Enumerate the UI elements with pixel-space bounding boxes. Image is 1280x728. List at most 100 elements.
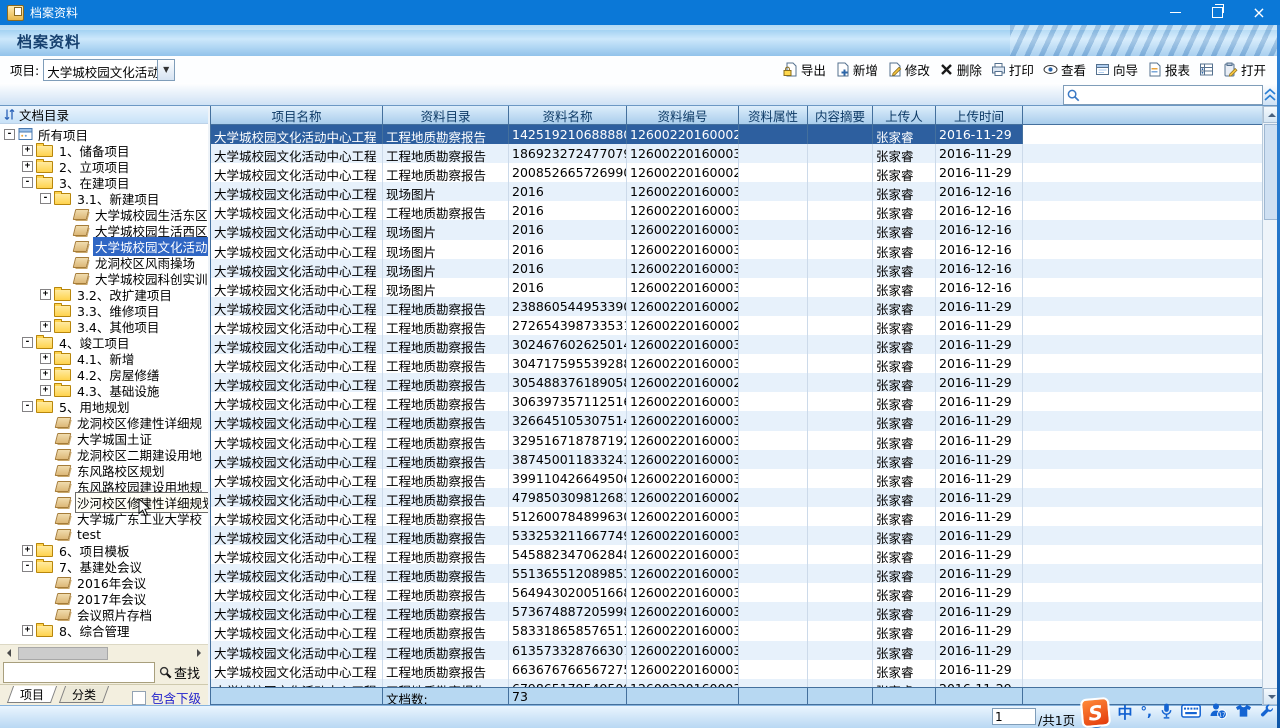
tree-collapse-icon[interactable]: - xyxy=(22,561,33,572)
close-button[interactable]: × xyxy=(1238,0,1280,25)
table-row[interactable]: 大学城校园文化活动中心工程工程地质勘察报告2008526657269906231… xyxy=(211,163,1262,182)
table-row[interactable]: 大学城校园文化活动中心工程现场图片20161260022016000390张家睿… xyxy=(211,259,1262,278)
restore-button[interactable] xyxy=(1196,0,1238,25)
tree-expand-icon[interactable]: + xyxy=(22,545,33,556)
toolbar-grid-button[interactable] xyxy=(1199,62,1214,77)
table-row[interactable]: 大学城校园文化活动中心工程工程地质勘察报告1425192106888805781… xyxy=(211,125,1262,144)
toolbar-export-button[interactable]: 导出 xyxy=(783,60,826,79)
table-row[interactable]: 大学城校园文化活动中心工程工程地质勘察报告3295167187871920731… xyxy=(211,431,1262,450)
tree-collapse-icon[interactable]: - xyxy=(40,193,51,204)
table-cell: 张家睿 xyxy=(873,182,936,201)
tree-collapse-icon[interactable]: - xyxy=(22,401,33,412)
scroll-left-icon[interactable] xyxy=(2,647,16,659)
column-header[interactable]: 资料编号 xyxy=(627,106,739,124)
tree-expand-icon[interactable]: + xyxy=(40,369,51,380)
column-header[interactable]: 资料属性 xyxy=(739,106,808,124)
toolbar-print-button[interactable]: 打印 xyxy=(991,60,1034,79)
tab-project[interactable]: 项目 xyxy=(7,686,57,703)
table-row[interactable]: 大学城校园文化活动中心工程工程地质勘察报告3024676026250147131… xyxy=(211,335,1262,354)
tree-find-button[interactable]: 查找 xyxy=(159,663,200,682)
table-row[interactable]: 大学城校园文化活动中心工程工程地质勘察报告3047175955392881031… xyxy=(211,354,1262,373)
table-cell: 张家睿 xyxy=(873,641,936,660)
table-row[interactable]: 大学城校园文化活动中心工程工程地质勘察报告3054883761890587251… xyxy=(211,373,1262,392)
toolbar-delete-button[interactable]: 删除 xyxy=(939,60,982,79)
footer-cell xyxy=(936,688,1023,704)
column-header[interactable]: 资料目录 xyxy=(383,106,509,124)
toolbar-report-button[interactable]: 报表 xyxy=(1147,60,1190,79)
column-header[interactable]: 上传人 xyxy=(873,106,936,124)
skin-shirt-icon[interactable] xyxy=(1235,703,1252,721)
column-header[interactable]: 内容摘要 xyxy=(808,106,873,124)
table-row[interactable]: 大学城校园文化活动中心工程现场图片20161260022016000389张家睿… xyxy=(211,278,1262,297)
scroll-right-icon[interactable] xyxy=(192,647,206,659)
toolbar-view-button[interactable]: 查看 xyxy=(1043,60,1086,79)
table-row[interactable]: 大学城校园文化活动中心工程工程地质勘察报告3063973571125166861… xyxy=(211,392,1262,411)
table-row[interactable]: 大学城校园文化活动中心工程工程地质勘察报告3991104266495060391… xyxy=(211,469,1262,488)
toolbar-add-button[interactable]: 新增 xyxy=(835,60,878,79)
tree-item[interactable]: +8、综合管理 xyxy=(0,622,208,638)
table-row[interactable]: 大学城校园文化活动中心工程工程地质勘察报告6636767665672755491… xyxy=(211,660,1262,679)
tree-find-input[interactable] xyxy=(3,662,155,683)
include-sub-checkbox[interactable] xyxy=(132,691,146,705)
table-row[interactable]: 大学城校园文化活动中心工程工程地质勘察报告5513655120898530512… xyxy=(211,564,1262,583)
table-row[interactable]: 大学城校园文化活动中心工程工程地质勘察报告5126007848996301061… xyxy=(211,507,1262,526)
table-row-filler xyxy=(1023,335,1262,354)
table-row[interactable]: 大学城校园文化活动中心工程工程地质勘察报告2726543987335317801… xyxy=(211,316,1262,335)
keyboard-icon[interactable] xyxy=(1181,704,1201,721)
toolbar-edit-button[interactable]: 修改 xyxy=(887,60,930,79)
collapse-panel-chevron-icon[interactable] xyxy=(1263,86,1277,106)
table-row[interactable]: 大学城校园文化活动中心工程工程地质勘察报告1869232724770791961… xyxy=(211,144,1262,163)
table-row[interactable]: 大学城校园文化活动中心工程工程地质勘察报告2016126002201600038… xyxy=(211,201,1262,220)
tree-collapse-icon[interactable]: - xyxy=(4,129,15,140)
table-row[interactable]: 大学城校园文化活动中心工程工程地质勘察报告3266451053075144561… xyxy=(211,411,1262,430)
table-cell: 大学城校园文化活动中心工程 xyxy=(211,278,383,297)
table-row[interactable]: 大学城校园文化活动中心工程现场图片20161260022016000392张家睿… xyxy=(211,182,1262,201)
table-row[interactable]: 大学城校园文化活动中心工程现场图片20161260022016000388张家睿… xyxy=(211,240,1262,259)
tree-expand-icon[interactable]: + xyxy=(40,321,51,332)
table-row[interactable]: 大学城校园文化活动中心工程工程地质勘察报告5649430200516687381… xyxy=(211,583,1262,602)
tree-expand-icon[interactable]: + xyxy=(22,145,33,156)
table-row[interactable]: 大学城校园文化活动中心工程现场图片20161260022016000391张家睿… xyxy=(211,220,1262,239)
table-row[interactable]: 大学城校园文化活动中心工程工程地质勘察报告5332532116677499312… xyxy=(211,526,1262,545)
tree-item[interactable]: 大学城广东工业大学校 xyxy=(0,510,208,526)
ime-punctuation-toggle[interactable]: °, xyxy=(1141,705,1152,720)
column-header[interactable]: 资料名称 xyxy=(509,106,627,124)
ime-mode-toggle[interactable]: 中 xyxy=(1118,702,1133,723)
search-box[interactable] xyxy=(1063,85,1263,105)
table-row[interactable]: 大学城校园文化活动中心工程工程地质勘察报告2388605449533904181… xyxy=(211,297,1262,316)
search-input[interactable] xyxy=(1082,87,1262,103)
tree-expand-icon[interactable]: + xyxy=(22,625,33,636)
toolbar-wizard-button[interactable]: 向导 xyxy=(1095,60,1138,79)
tab-category[interactable]: 分类 xyxy=(59,686,109,703)
table-row[interactable]: 大学城校园文化活动中心工程工程地质勘察报告5833186585765112781… xyxy=(211,621,1262,640)
table-row[interactable]: 大学城校园文化活动中心工程工程地质勘察报告6798651795495096081… xyxy=(211,679,1262,687)
scrollbar-thumb[interactable] xyxy=(18,647,108,660)
chevron-down-icon[interactable]: ▼ xyxy=(157,60,174,80)
settings-wrench-icon[interactable] xyxy=(1260,703,1275,721)
tree-collapse-icon[interactable]: - xyxy=(22,337,33,348)
tree-expand-icon[interactable]: + xyxy=(40,289,51,300)
minimize-button[interactable] xyxy=(1154,0,1196,25)
column-header[interactable]: 项目名称 xyxy=(211,106,383,124)
table-cell: 1260022016000296 xyxy=(627,297,739,316)
tree-collapse-icon[interactable]: - xyxy=(22,177,33,188)
sogou-logo-icon[interactable]: S xyxy=(1079,696,1110,727)
tree-horizontal-scrollbar[interactable] xyxy=(0,644,208,660)
user-badge-icon[interactable]: 17 xyxy=(1209,702,1227,722)
page-number-input[interactable] xyxy=(992,708,1036,725)
tree-expand-icon[interactable]: + xyxy=(40,353,51,364)
table-row[interactable]: 大学城校园文化活动中心工程工程地质勘察报告4798503098126832711… xyxy=(211,488,1262,507)
table-row[interactable]: 大学城校园文化活动中心工程工程地质勘察报告5736748872059982941… xyxy=(211,602,1262,621)
tree-expand-icon[interactable]: + xyxy=(40,385,51,396)
table-row[interactable]: 大学城校园文化活动中心工程工程地质勘察报告5458823470628488281… xyxy=(211,545,1262,564)
tree-expand-icon[interactable]: + xyxy=(22,161,33,172)
project-dropdown[interactable]: 大学城校园文化活动 ▼ xyxy=(43,59,175,81)
toolbar-open-button[interactable]: 打开 xyxy=(1223,60,1266,79)
column-header[interactable]: 上传时间 xyxy=(936,106,1023,124)
table-row[interactable]: 大学城校园文化活动中心工程工程地质勘察报告6135733287663079761… xyxy=(211,641,1262,660)
microphone-icon[interactable] xyxy=(1160,702,1173,723)
table-row[interactable]: 大学城校园文化活动中心工程工程地质勘察报告3874500118332433021… xyxy=(211,450,1262,469)
table-cell: 工程地质勘察报告 xyxy=(383,163,509,182)
table-cell: 工程地质勘察报告 xyxy=(383,507,509,526)
application-window: 档案资料 × 档案资料 项目: 大学城校园文化活动 ▼ 导出新增修改删除打印查看… xyxy=(0,0,1280,728)
